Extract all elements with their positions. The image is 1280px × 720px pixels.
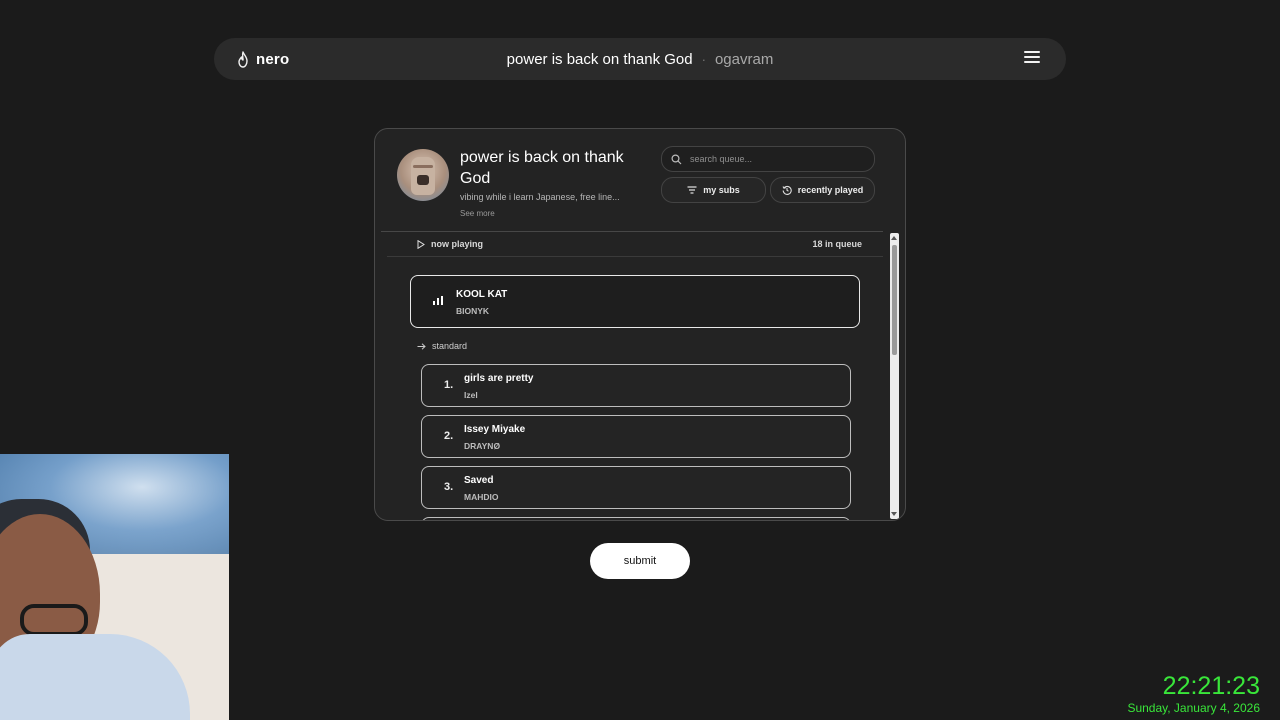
flame-logo-icon — [236, 50, 250, 68]
search-queue-field[interactable] — [661, 146, 875, 172]
search-queue-input[interactable] — [688, 153, 862, 165]
webcam-overlay — [0, 454, 229, 720]
clock-time: 22:21:23 — [1162, 672, 1260, 700]
stream-description: vibing while i learn Japanese, free line… — [460, 192, 620, 202]
card-stream-title: power is back on thank God — [460, 149, 624, 187]
queue-item-number: 2. — [444, 430, 454, 442]
play-icon — [417, 240, 425, 249]
nav-separator: · — [701, 51, 706, 67]
queue-item[interactable]: 1. girls are pretty Izel — [421, 364, 851, 407]
queue-item-artist: Izel — [464, 390, 478, 400]
section-label-text: standard — [432, 341, 468, 351]
recently-played-label: recently played — [797, 185, 864, 195]
hamburger-menu-icon[interactable] — [1024, 51, 1040, 67]
scroll-down-arrow-icon[interactable] — [891, 512, 897, 516]
now-playing-row: now playing 18 in queue — [417, 237, 862, 253]
brand-name: nero — [256, 50, 290, 68]
nav-stream-info: power is back on thank God · ogavram — [214, 38, 1066, 80]
streamer-avatar[interactable] — [397, 149, 449, 201]
scroll-up-arrow-icon[interactable] — [891, 236, 897, 240]
page: nero power is back on thank God · ogavra… — [0, 0, 1280, 720]
queue-item[interactable]: 2. Issey Miyake DRAYNØ — [421, 415, 851, 458]
queue-item-title: girls are pretty — [464, 373, 534, 384]
submit-button[interactable]: submit — [590, 543, 690, 579]
now-playing-title: KOOL KAT — [456, 289, 508, 300]
history-icon — [782, 185, 792, 195]
queue-item-number: 3. — [444, 481, 454, 493]
queue-item-title: Issey Miyake — [464, 424, 526, 435]
clock-overlay: 22:21:23 Sunday, January 4, 2026 — [1127, 672, 1260, 715]
queue-item-artist: DRAYNØ — [464, 441, 501, 451]
brand-link[interactable]: nero — [236, 38, 289, 80]
queue-card: power is back on thank God vibing while … — [374, 128, 906, 521]
now-playing-track[interactable]: KOOL KAT BIONYK — [410, 275, 860, 328]
top-nav-bar: nero power is back on thank God · ogavra… — [214, 38, 1066, 80]
queue-item-title: Saved — [464, 475, 494, 486]
nav-stream-title: power is back on thank God — [506, 50, 693, 68]
queue-list: 1. girls are pretty Izel 2. Issey Miyake… — [421, 364, 851, 520]
now-playing-divider — [387, 256, 883, 257]
arrow-right-icon — [417, 342, 426, 350]
section-label-standard: standard — [417, 341, 467, 351]
queue-count: 18 in queue — [812, 239, 862, 249]
queue-scrollbar[interactable] — [890, 233, 899, 519]
header-divider — [381, 231, 883, 232]
now-playing-label: now playing — [431, 239, 484, 249]
queue-item-partial[interactable] — [421, 517, 851, 520]
nav-username-link[interactable]: ogavram — [715, 51, 773, 68]
scrollbar-thumb[interactable] — [892, 245, 897, 355]
my-subs-button[interactable]: my subs — [661, 177, 766, 203]
filter-icon — [687, 186, 697, 194]
queue-item[interactable]: 3. Saved MAHDIO — [421, 466, 851, 509]
now-playing-artist: BIONYK — [456, 306, 490, 316]
search-icon — [671, 153, 682, 164]
queue-item-number: 1. — [444, 379, 454, 391]
my-subs-label: my subs — [703, 185, 740, 195]
see-more-link[interactable]: See more — [460, 209, 495, 218]
recently-played-button[interactable]: recently played — [770, 177, 875, 203]
equalizer-icon — [433, 296, 443, 305]
queue-item-artist: MAHDIO — [464, 492, 499, 502]
clock-date: Sunday, January 4, 2026 — [1127, 701, 1260, 715]
